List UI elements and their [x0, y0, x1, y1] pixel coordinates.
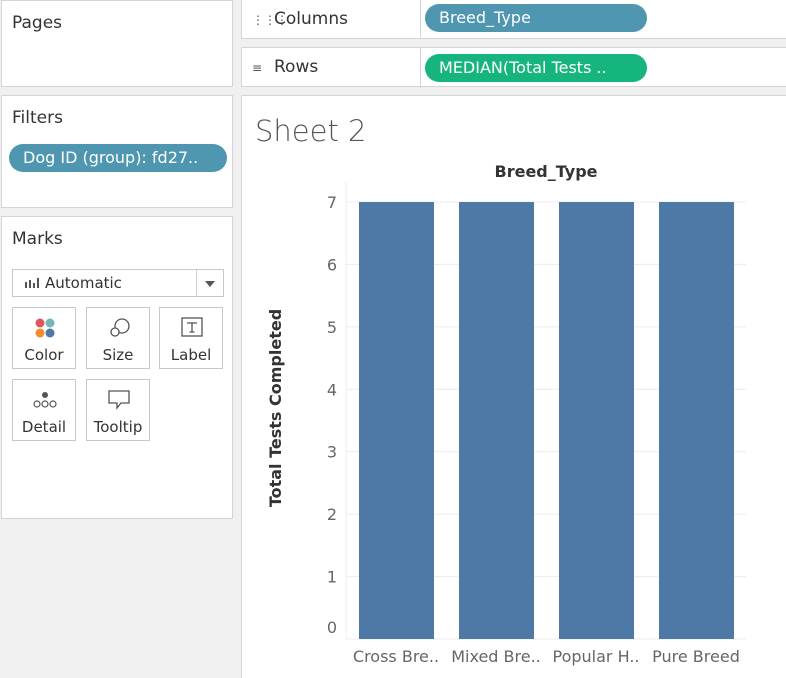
y-axis-title: Total Tests Completed: [266, 309, 285, 507]
bar-3: [659, 202, 734, 639]
y-tick-label: 7: [327, 193, 337, 212]
x-tick-label: Mixed Bre..: [451, 647, 541, 666]
bar-chart: Breed_Type 0 1 2 3 4 5 6 7 Cross Bre.. Mixed Bre..…: [266, 162, 746, 666]
bar-1: [459, 202, 534, 639]
column-header-title: Breed_Type: [495, 162, 598, 181]
y-tick-label: 0: [327, 618, 337, 637]
y-tick-label: 6: [327, 255, 337, 274]
x-tick-label: Cross Bre..: [353, 647, 439, 666]
y-tick-label: 5: [327, 318, 337, 337]
x-tick-label: Popular H..: [553, 647, 640, 666]
bar-2: [559, 202, 634, 639]
y-tick-label: 4: [327, 380, 337, 399]
y-tick-label: 3: [327, 443, 337, 462]
x-tick-label: Pure Breed: [652, 647, 740, 666]
y-tick-label: 1: [327, 568, 337, 587]
y-tick-label: 2: [327, 505, 337, 524]
bar-0: [359, 202, 434, 639]
